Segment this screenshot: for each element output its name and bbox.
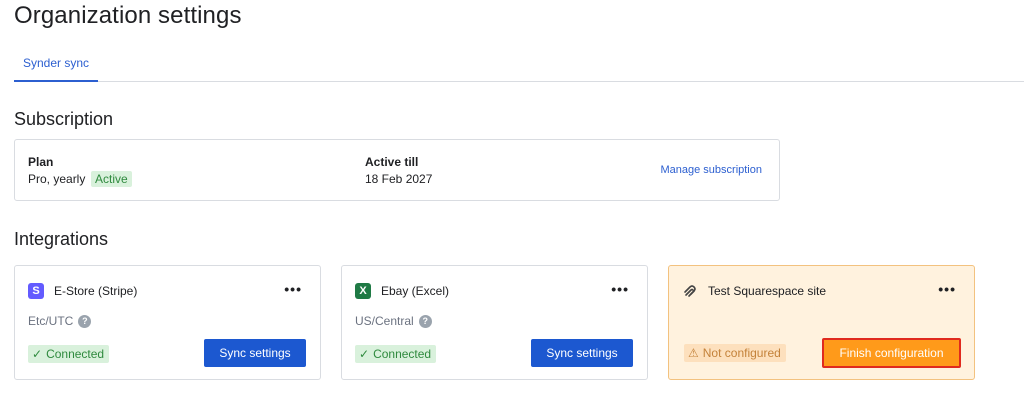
integration-timezone: US/Central ? xyxy=(355,314,432,328)
plan-value: Pro, yearly xyxy=(28,172,86,186)
checkmark-icon: ✓ xyxy=(359,347,370,361)
integration-timezone: Etc/UTC ? xyxy=(28,314,92,328)
integration-name: Ebay (Excel) xyxy=(381,284,450,298)
checkmark-icon: ✓ xyxy=(32,347,43,361)
status-badge: ⚠ Not configured xyxy=(684,344,786,362)
sync-settings-button[interactable]: Sync settings xyxy=(531,339,633,367)
help-icon[interactable]: ? xyxy=(78,314,92,328)
status-label: Connected xyxy=(373,347,432,361)
warning-icon: ⚠ xyxy=(688,346,699,360)
integration-name: E-Store (Stripe) xyxy=(54,284,138,298)
subscription-card: Plan Pro, yearly Active Active till 18 F… xyxy=(14,139,780,201)
manage-subscription-link[interactable]: Manage subscription xyxy=(660,164,762,176)
subscription-heading: Subscription xyxy=(14,109,114,129)
status-badge: ✓ Connected xyxy=(28,345,110,363)
integration-card-ebay: X Ebay (Excel) ••• US/Central ? ✓ Connec… xyxy=(341,265,648,380)
more-options-icon[interactable]: ••• xyxy=(938,281,956,297)
stripe-icon: S xyxy=(28,283,44,299)
active-till-label: Active till xyxy=(365,155,419,169)
plan-status-badge: Active xyxy=(91,171,132,187)
status-badge: ✓ Connected xyxy=(355,345,437,363)
page-title: Organization settings xyxy=(14,2,242,29)
integration-name: Test Squarespace site xyxy=(708,284,827,298)
status-label: Not configured xyxy=(702,346,781,360)
integration-card-squarespace: Test Squarespace site ••• ⚠ Not configur… xyxy=(668,265,975,380)
integrations-heading: Integrations xyxy=(14,229,109,249)
sync-settings-button[interactable]: Sync settings xyxy=(204,339,306,367)
more-options-icon[interactable]: ••• xyxy=(611,281,629,297)
plan-label: Plan xyxy=(28,155,54,169)
timezone-label: Etc/UTC xyxy=(28,314,74,328)
status-label: Connected xyxy=(46,347,105,361)
timezone-label: US/Central xyxy=(355,314,414,328)
help-icon[interactable]: ? xyxy=(418,314,432,328)
excel-icon: X xyxy=(355,283,371,299)
more-options-icon[interactable]: ••• xyxy=(284,281,302,297)
integration-card-estore: S E-Store (Stripe) ••• Etc/UTC ? ✓ Conne… xyxy=(14,265,321,380)
finish-configuration-button[interactable]: Finish configuration xyxy=(822,338,961,368)
tab-synder-sync[interactable]: Synder sync xyxy=(14,44,98,82)
active-till-value: 18 Feb 2027 xyxy=(365,172,433,186)
squarespace-icon xyxy=(682,283,698,299)
tab-bar: Synder sync xyxy=(14,44,1024,82)
